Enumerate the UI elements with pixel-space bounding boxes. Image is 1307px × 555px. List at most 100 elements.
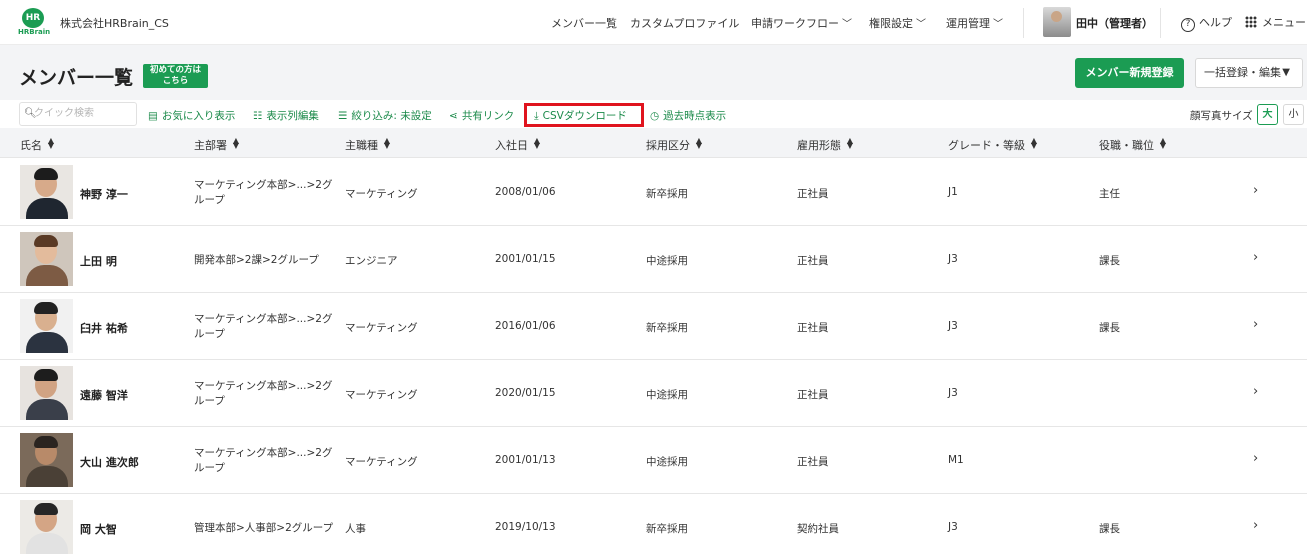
sort-icon: ▲ ▼ — [695, 136, 703, 150]
column-label: 主部署 — [194, 139, 227, 152]
table-toolbar: 🔍︎ クイック検索 ▤ お気に入り表示 ☷ 表示列編集 ☰ 絞り込み: 未設定 ⋖ 共有リ… — [0, 100, 1307, 128]
member-name[interactable]: 遠藤 智洋 — [80, 387, 128, 403]
photo-size-small-button[interactable]: 小 — [1283, 104, 1304, 125]
menu-label: メニュー — [1262, 16, 1306, 29]
help-link[interactable]: ? ヘルプ — [1181, 14, 1232, 32]
member-employment: 正社員 — [797, 255, 829, 267]
table-row[interactable]: 遠藤 智洋 マーケティング本部>...>2グ ループ マーケティング 2020/0… — [0, 360, 1307, 427]
column-header-position[interactable]: 役職・職位 ▲ ▼ — [1099, 137, 1167, 153]
chevron-down-icon: ﹀ — [916, 19, 926, 30]
table-row[interactable]: 上田 明 開発本部>2課>2グループ エンジニア 2001/01/15 中途採用… — [0, 226, 1307, 293]
share-icon: ⋖ — [449, 110, 458, 122]
hrbrain-logo[interactable]: HR HRBrain — [18, 8, 50, 38]
chevron-right-icon[interactable]: › — [1253, 384, 1258, 399]
share-link-button[interactable]: ⋖ 共有リンク — [449, 108, 514, 123]
filter-icon: ☰ — [338, 110, 348, 122]
sort-icon: ▲ ▼ — [47, 136, 55, 150]
chevron-right-icon[interactable]: › — [1253, 317, 1258, 332]
user-avatar[interactable] — [1043, 7, 1071, 37]
nav-member-list[interactable]: メンバー一覧 — [551, 15, 617, 31]
table-row[interactable]: 神野 淳一 マーケティング本部>...>2グ ループ マーケティング 2008/0… — [0, 159, 1307, 226]
nav-workflow[interactable]: 申請ワークフロー ﹀ — [751, 15, 852, 31]
nav-label: メンバー一覧 — [551, 17, 617, 30]
top-header: HR HRBrain 株式会社HRBrain_CS メンバー一覧 カスタムプロフ… — [0, 0, 1307, 45]
csv-download-highlight — [524, 103, 644, 127]
user-name[interactable]: 田中（管理者） — [1076, 15, 1153, 31]
member-name[interactable]: 大山 進次郎 — [80, 454, 139, 470]
member-hire-type: 新卒採用 — [646, 322, 688, 334]
nav-operations[interactable]: 運用管理 ﹀ — [946, 15, 1003, 31]
bulk-edit-label: 一括登録・編集 — [1204, 66, 1281, 79]
member-joined: 2001/01/15 — [495, 253, 556, 265]
member-department: マーケティング本部>...>2グ ループ — [194, 178, 334, 208]
page-title: メンバー一覧 — [19, 67, 134, 89]
beginner-guide-button[interactable]: 初めての方は こちら — [143, 64, 208, 88]
member-department: マーケティング本部>...>2グ ループ — [194, 446, 334, 476]
column-header-name[interactable]: 氏名 ▲ ▼ — [20, 137, 55, 153]
member-hire-type: 中途採用 — [646, 456, 688, 468]
member-position: 課長 — [1099, 322, 1120, 334]
photo-size-label: 顔写真サイズ — [1190, 110, 1253, 122]
sort-icon: ▲ ▼ — [533, 136, 541, 150]
table-header: 氏名 ▲ ▼ 主部署 ▲ ▼ 主職種 ▲ ▼ 入社日 ▲ ▼ 採用区分 ▲ ▼ 雇用形態 ▲ ▼ グレー… — [0, 128, 1307, 158]
nav-permissions[interactable]: 権限設定 ﹀ — [869, 15, 926, 31]
column-header-job[interactable]: 主職種 ▲ ▼ — [345, 137, 391, 153]
member-name[interactable]: 岡 大智 — [80, 521, 117, 537]
company-name: 株式会社HRBrain_CS — [60, 17, 169, 30]
department-line: マーケティング本部>...>2グ — [194, 380, 333, 392]
nav-custom-profile[interactable]: カスタムプロファイル — [630, 15, 739, 31]
divider — [1023, 8, 1024, 38]
column-label: 雇用形態 — [797, 139, 841, 152]
new-member-button[interactable]: メンバー新規登録 — [1075, 58, 1184, 88]
search-icon: 🔍︎ — [24, 108, 37, 119]
member-photo — [20, 500, 73, 554]
department-line: マーケティング本部>...>2グ — [194, 313, 333, 325]
department-line: 管理本部>人事部>2グループ — [194, 522, 334, 534]
member-joined: 2001/01/13 — [495, 454, 556, 466]
column-label: グレード・等級 — [948, 139, 1025, 152]
sort-icon: ▲ ▼ — [1030, 136, 1038, 150]
favorites-label: お気に入り表示 — [161, 110, 236, 122]
member-name[interactable]: 臼井 祐希 — [80, 320, 128, 336]
divider — [1160, 8, 1161, 38]
grid-icon — [1245, 16, 1257, 28]
menu-button[interactable]: メニュー — [1245, 14, 1306, 30]
column-edit-button[interactable]: ☷ 表示列編集 — [253, 108, 319, 123]
column-label: 入社日 — [495, 139, 528, 152]
member-name[interactable]: 神野 淳一 — [80, 186, 128, 202]
chevron-right-icon[interactable]: › — [1253, 518, 1258, 533]
member-department: マーケティング本部>...>2グ ループ — [194, 379, 334, 409]
table-row[interactable]: 大山 進次郎 マーケティング本部>...>2グ ループ マーケティング 2001/… — [0, 427, 1307, 494]
column-label: 氏名 — [20, 139, 42, 152]
member-name[interactable]: 上田 明 — [80, 253, 117, 269]
member-photo — [20, 433, 73, 487]
column-header-joined[interactable]: 入社日 ▲ ▼ — [495, 137, 541, 153]
photo-size-large-button[interactable]: 大 — [1257, 104, 1278, 125]
sort-icon: ▲ ▼ — [846, 136, 854, 150]
department-line: ループ — [194, 328, 225, 340]
member-job: マーケティング — [345, 322, 418, 334]
quick-search-input[interactable]: 🔍︎ クイック検索 — [19, 102, 137, 126]
chevron-right-icon[interactable]: › — [1253, 183, 1258, 198]
sort-icon: ▲ ▼ — [232, 136, 240, 150]
column-edit-label: 表示列編集 — [266, 110, 319, 122]
member-employment: 正社員 — [797, 389, 829, 401]
favorites-button[interactable]: ▤ お気に入り表示 — [148, 108, 235, 123]
table-row[interactable]: 岡 大智 管理本部>人事部>2グループ 人事 2019/10/13 新卒採用 契… — [0, 494, 1307, 555]
department-line: ループ — [194, 462, 225, 474]
filter-button[interactable]: ☰ 絞り込み: 未設定 — [338, 108, 432, 123]
column-header-department[interactable]: 主部署 ▲ ▼ — [194, 137, 240, 153]
beginner-label-line2: こちら — [162, 76, 189, 86]
column-header-employment[interactable]: 雇用形態 ▲ ▼ — [797, 137, 854, 153]
past-view-button[interactable]: ◷ 過去時点表示 — [650, 108, 726, 123]
table-row[interactable]: 臼井 祐希 マーケティング本部>...>2グ ループ マーケティング 2016/0… — [0, 293, 1307, 360]
bulk-edit-dropdown[interactable]: 一括登録・編集 ▼ — [1195, 58, 1303, 88]
member-grade: M1 — [948, 454, 964, 466]
member-position: 主任 — [1099, 188, 1120, 200]
chevron-right-icon[interactable]: › — [1253, 250, 1258, 265]
column-header-grade[interactable]: グレード・等級 ▲ ▼ — [948, 137, 1038, 153]
column-header-hire-type[interactable]: 採用区分 ▲ ▼ — [646, 137, 703, 153]
chevron-right-icon[interactable]: › — [1253, 451, 1258, 466]
help-label: ヘルプ — [1199, 16, 1232, 29]
checklist-icon: ☷ — [253, 110, 263, 122]
